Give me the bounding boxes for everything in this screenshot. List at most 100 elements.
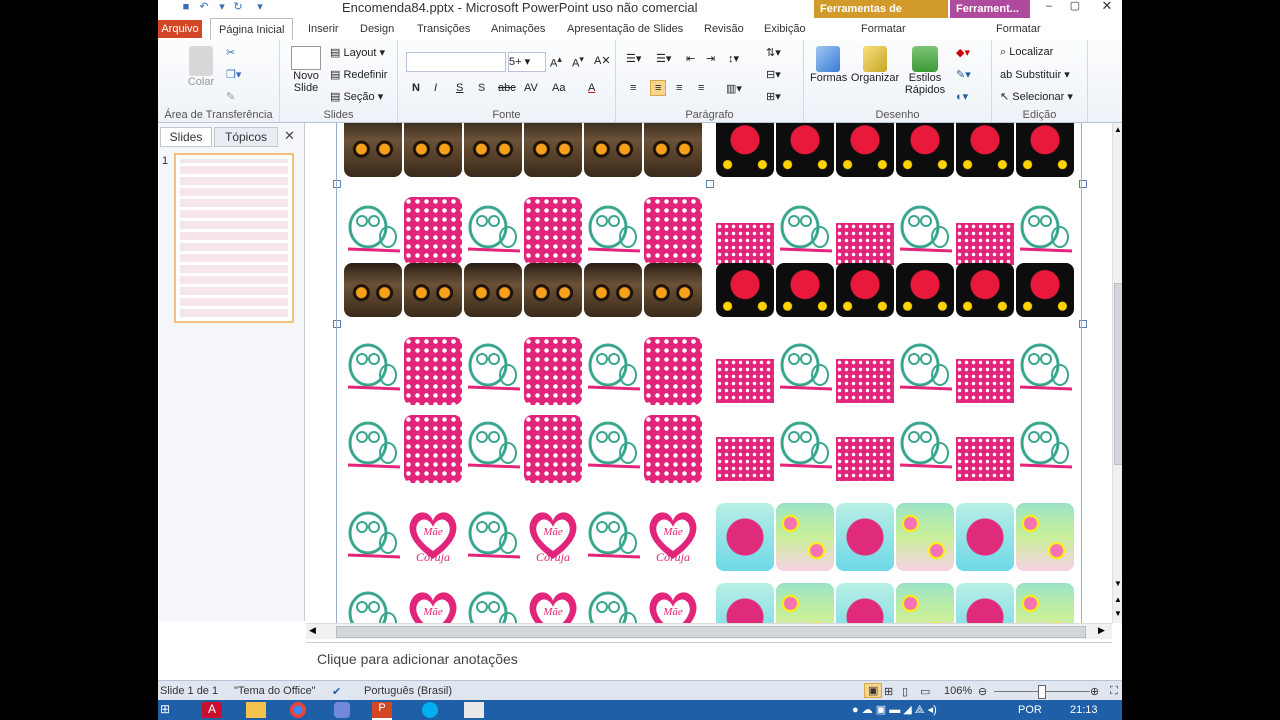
shape-outline-icon[interactable]: ✎▾	[956, 68, 971, 81]
customize-toolbar-icon[interactable]: ▾	[254, 1, 266, 13]
slide-thumbnail[interactable]	[174, 153, 294, 323]
save-icon[interactable]: ■	[180, 1, 192, 13]
layout-button[interactable]: ▤ Layout ▾	[330, 46, 385, 59]
next-slide-icon[interactable]: ▼	[1114, 609, 1122, 618]
acrobat-icon[interactable]: A	[202, 702, 222, 718]
undo-icon[interactable]: ↶	[198, 1, 210, 13]
zoom-in-icon[interactable]: ⊕	[1090, 685, 1099, 698]
minimize-button[interactable]: –	[1036, 0, 1062, 14]
section-button[interactable]: ▤ Seção ▾	[330, 90, 383, 103]
shape-effects-icon[interactable]: ◐▾	[956, 90, 968, 103]
select-button[interactable]: ↖ Selecionar ▾	[1000, 90, 1073, 103]
tab-view[interactable]: Exibição	[764, 22, 806, 36]
prev-slide-icon[interactable]: ▲	[1114, 595, 1122, 604]
smartart-icon[interactable]: ⊞▾	[766, 90, 781, 103]
vertical-scrollbar[interactable]: ▲ ▼ ▲ ▼	[1112, 123, 1122, 623]
close-button[interactable]: ✕	[1094, 0, 1120, 14]
font-color-button[interactable]: A	[588, 82, 595, 94]
decrease-indent-icon[interactable]: ⇤	[686, 52, 695, 65]
tab-outline-panel[interactable]: Tópicos	[214, 127, 278, 147]
selection-handle[interactable]	[333, 180, 341, 188]
fit-window-icon[interactable]: ⛶	[1110, 685, 1118, 698]
quick-styles-button[interactable]: Estilos Rápidos	[902, 46, 948, 96]
theme-name[interactable]: "Tema do Office"	[234, 685, 316, 697]
clock[interactable]: 21:13	[1070, 704, 1098, 716]
tab-transitions[interactable]: Transições	[417, 22, 470, 36]
tab-review[interactable]: Revisão	[704, 22, 744, 36]
copy-icon[interactable]: ❐▾	[226, 68, 241, 81]
scroll-down-arrow-icon[interactable]: ▼	[1114, 579, 1122, 588]
close-panel-icon[interactable]: ✕	[284, 128, 295, 144]
app-icon[interactable]	[464, 702, 484, 718]
scroll-left-arrow-icon[interactable]: ◀	[309, 625, 316, 636]
horizontal-scrollbar[interactable]: ◀ ▶	[306, 623, 1112, 639]
chevron-down-icon[interactable]: ▾	[216, 1, 228, 13]
slide-canvas[interactable]: MãeCorujaMãeCorujaMãeCorujaMãeCorujaMãeC…	[333, 123, 1087, 623]
line-spacing-icon[interactable]: ↕▾	[728, 52, 739, 65]
tab-format-other[interactable]: Formatar	[996, 22, 1041, 36]
increase-indent-icon[interactable]: ⇥	[706, 52, 715, 65]
arrange-button[interactable]: Organizar	[850, 46, 900, 84]
spellcheck-icon[interactable]: ✔	[332, 685, 341, 698]
tab-animations[interactable]: Animações	[491, 22, 545, 36]
font-size-combo[interactable]: 5+ ▾	[508, 52, 546, 72]
selection-handle[interactable]	[1079, 320, 1087, 328]
selection-handle[interactable]	[1079, 180, 1087, 188]
zoom-level[interactable]: 106%	[944, 685, 972, 697]
find-button[interactable]: ⌕ Localizar	[1000, 46, 1053, 59]
normal-view-icon[interactable]: ▣	[864, 683, 883, 698]
strikethrough-button[interactable]: abc	[498, 82, 516, 94]
reset-button[interactable]: ▤ Redefinir	[330, 68, 387, 81]
paste-button[interactable]: Colar	[184, 46, 218, 88]
tab-slides-panel[interactable]: Slides	[160, 127, 212, 147]
text-direction-icon[interactable]: ⇅▾	[766, 46, 781, 59]
tab-slideshow[interactable]: Apresentação de Slides	[567, 22, 683, 36]
grow-font-icon[interactable]: A▴	[550, 54, 562, 70]
discord-icon[interactable]	[334, 702, 350, 718]
clear-format-icon[interactable]: A✕	[594, 54, 611, 67]
scroll-right-arrow-icon[interactable]: ▶	[1098, 625, 1105, 636]
slideshow-icon[interactable]: ▭	[920, 685, 930, 698]
input-language[interactable]: POR	[1018, 704, 1042, 716]
skype-icon[interactable]	[422, 702, 438, 718]
selection-handle[interactable]	[333, 320, 341, 328]
shadow-button[interactable]: S	[478, 82, 485, 94]
horizontal-scroll-thumb[interactable]	[336, 626, 1086, 638]
font-name-combo[interactable]	[406, 52, 506, 72]
tab-design[interactable]: Design	[360, 22, 394, 36]
windows-start-icon[interactable]: ⊞	[160, 702, 180, 718]
tab-file[interactable]: Arquivo	[158, 20, 202, 38]
tab-home[interactable]: Página Inicial	[210, 18, 294, 41]
cut-icon[interactable]: ✂	[226, 46, 235, 59]
replace-button[interactable]: ab Substituir ▾	[1000, 68, 1070, 81]
zoom-slider-thumb[interactable]	[1038, 685, 1046, 699]
tab-insert[interactable]: Inserir	[308, 22, 339, 36]
columns-icon[interactable]: ▥▾	[726, 82, 742, 95]
bullets-icon[interactable]: ☰▾	[626, 52, 641, 65]
bold-button[interactable]: N	[412, 82, 420, 94]
tab-format-drawing[interactable]: Formatar	[861, 22, 906, 36]
selection-handle[interactable]	[706, 180, 714, 188]
shrink-font-icon[interactable]: A▾	[572, 54, 584, 70]
redo-icon[interactable]: ↻	[232, 1, 244, 13]
maximize-button[interactable]: ▢	[1062, 0, 1088, 14]
align-right-icon[interactable]: ≡	[676, 82, 682, 94]
slide-editor[interactable]: MãeCorujaMãeCorujaMãeCorujaMãeCorujaMãeC…	[306, 123, 1112, 623]
language[interactable]: Português (Brasil)	[364, 685, 452, 697]
justify-icon[interactable]: ≡	[698, 82, 704, 94]
align-center-icon[interactable]: ≡	[650, 80, 667, 96]
chrome-icon[interactable]	[290, 702, 306, 718]
slide-sorter-icon[interactable]: ⊞	[884, 685, 893, 698]
file-explorer-icon[interactable]	[246, 702, 266, 718]
numbering-icon[interactable]: ☰▾	[656, 52, 671, 65]
new-slide-button[interactable]: Novo Slide	[288, 46, 324, 94]
vertical-scroll-thumb[interactable]	[1114, 283, 1122, 465]
scroll-up-arrow-icon[interactable]: ▲	[1114, 125, 1122, 134]
reading-view-icon[interactable]: ▯	[902, 685, 908, 698]
format-painter-icon[interactable]: ✎	[226, 90, 235, 103]
italic-button[interactable]: I	[434, 82, 437, 94]
system-tray-icons[interactable]: ● ☁ ▣ ▬ ◢ ⟁ ◂)	[852, 703, 937, 717]
powerpoint-taskbar-icon[interactable]: P	[372, 702, 392, 720]
char-spacing-button[interactable]: AV	[524, 82, 538, 94]
align-left-icon[interactable]: ≡	[630, 82, 636, 94]
